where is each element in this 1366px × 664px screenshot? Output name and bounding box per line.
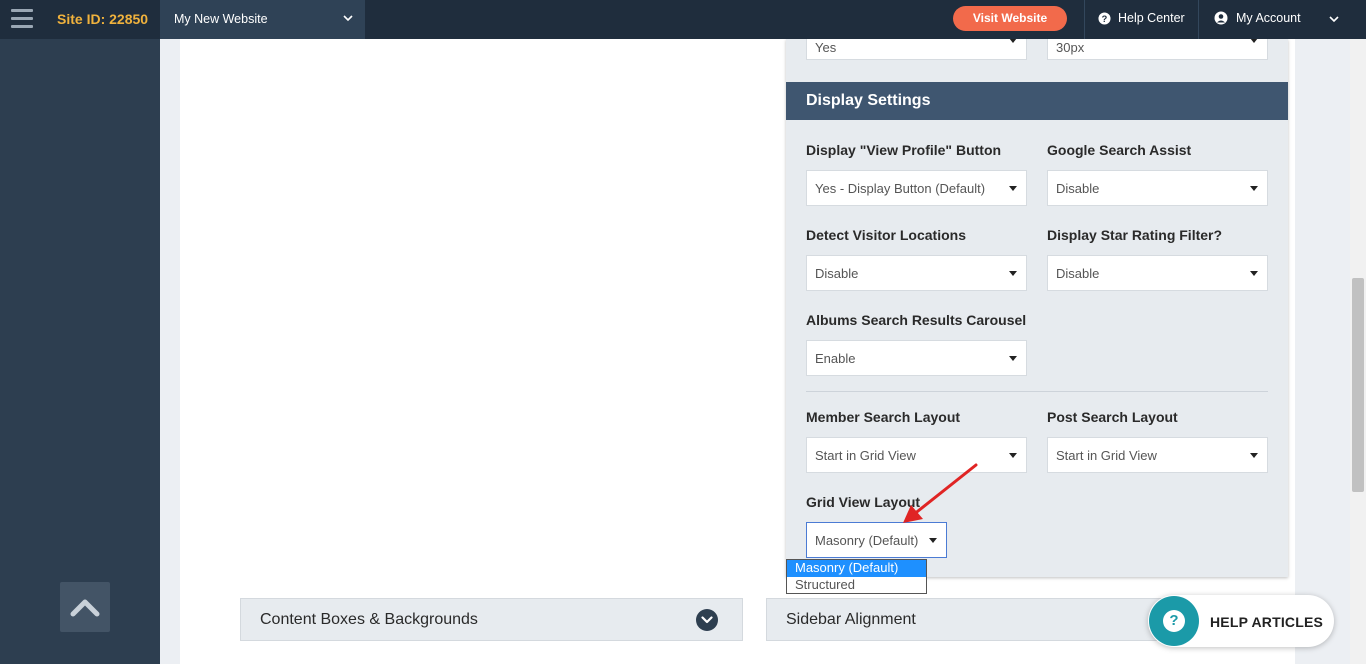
select-value: 30px [1056, 40, 1085, 55]
divider [806, 391, 1268, 392]
main-content: Yes 30px Display Settings Display "View … [160, 39, 1350, 664]
caret-down-icon [1250, 271, 1258, 276]
star-rating-filter-label: Display Star Rating Filter? [1047, 227, 1223, 243]
caret-down-icon [1009, 271, 1017, 276]
select-top-left[interactable]: Yes [806, 39, 1027, 60]
my-account-label: My Account [1236, 11, 1301, 25]
view-profile-button-label: Display "View Profile" Button [806, 142, 1002, 158]
post-search-layout-label: Post Search Layout [1047, 409, 1178, 425]
scroll-to-top-button[interactable] [60, 582, 110, 632]
post-search-layout-select[interactable]: Start in Grid View [1047, 437, 1268, 473]
hamburger-menu-icon[interactable] [11, 9, 33, 29]
caret-down-icon [1250, 39, 1258, 43]
albums-carousel-select[interactable]: Enable [806, 340, 1027, 376]
help-articles-label: HELP ARTICLES [1210, 614, 1324, 630]
question-circle-icon: ? [1098, 11, 1111, 25]
chevron-down-icon [343, 15, 353, 22]
help-center-label: Help Center [1118, 11, 1185, 25]
option-masonry[interactable]: Masonry (Default) [787, 560, 926, 577]
help-articles-button[interactable]: ? HELP ARTICLES [1148, 595, 1334, 647]
option-structured[interactable]: Structured [787, 577, 926, 594]
website-selector[interactable]: My New Website [160, 0, 365, 39]
caret-down-icon [1009, 453, 1017, 458]
settings-panel: Yes 30px Display Settings Display "View … [786, 39, 1288, 577]
annotation-arrow-icon [903, 463, 978, 523]
chevron-down-circle-icon[interactable] [696, 609, 718, 631]
google-search-assist-label: Google Search Assist [1047, 142, 1192, 158]
select-value: Yes - Display Button (Default) [815, 181, 986, 196]
star-rating-filter-select[interactable]: Disable [1047, 255, 1268, 291]
select-value: Yes [815, 40, 837, 55]
caret-down-icon [929, 538, 937, 543]
select-value: Disable [815, 266, 859, 281]
help-center-link[interactable]: ? Help Center [1098, 11, 1185, 25]
caret-down-icon [1009, 356, 1017, 361]
detect-visitor-locations-select[interactable]: Disable [806, 255, 1027, 291]
select-value: Disable [1056, 181, 1100, 196]
left-sidebar [0, 39, 160, 664]
display-settings-header: Display Settings [786, 82, 1288, 120]
caret-down-icon [1250, 453, 1258, 458]
user-circle-icon [1214, 11, 1228, 25]
grid-view-layout-options: Masonry (Default) Structured [786, 559, 927, 594]
chevron-up-icon [70, 599, 100, 617]
select-value: Enable [815, 351, 856, 366]
top-bar: Site ID: 22850 My New Website Visit Webs… [0, 0, 1366, 39]
website-selector-value: My New Website [174, 12, 268, 26]
select-top-right[interactable]: 30px [1047, 39, 1268, 60]
select-value: Disable [1056, 266, 1100, 281]
my-account-menu[interactable]: My Account [1214, 11, 1301, 25]
view-profile-button-select[interactable]: Yes - Display Button (Default) [806, 170, 1027, 206]
accordion-content-boxes[interactable]: Content Boxes & Backgrounds [240, 598, 743, 641]
visit-website-button[interactable]: Visit Website [953, 6, 1067, 31]
select-value: Masonry (Default) [815, 533, 919, 548]
albums-carousel-label: Albums Search Results Carousel [806, 312, 1027, 328]
site-id-label: Site ID: 22850 [57, 11, 149, 27]
chevron-down-icon[interactable] [1328, 13, 1340, 25]
svg-text:?: ? [1102, 13, 1108, 23]
caret-down-icon [1250, 186, 1258, 191]
content-card: Yes 30px Display Settings Display "View … [180, 39, 1295, 664]
divider [1198, 0, 1199, 39]
member-search-layout-label: Member Search Layout [806, 409, 961, 425]
help-question-icon: ? [1149, 596, 1199, 646]
google-search-assist-select[interactable]: Disable [1047, 170, 1268, 206]
caret-down-icon [1009, 186, 1017, 191]
accordion-title: Content Boxes & Backgrounds [260, 611, 478, 628]
accordion-title: Sidebar Alignment [786, 611, 916, 628]
select-value: Start in Grid View [1056, 448, 1157, 463]
divider [1084, 0, 1085, 39]
detect-visitor-locations-label: Detect Visitor Locations [806, 227, 967, 243]
caret-down-icon [1009, 39, 1017, 43]
scrollbar-thumb[interactable] [1352, 278, 1364, 492]
